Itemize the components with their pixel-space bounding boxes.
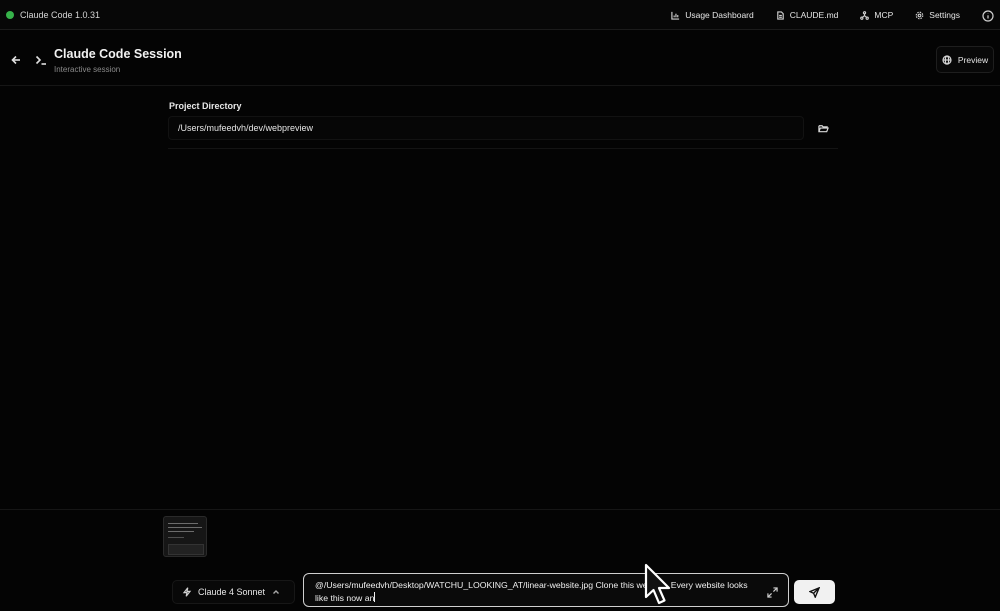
app-status: Claude Code 1.0.31 (6, 10, 100, 20)
expand-button[interactable] (767, 585, 778, 598)
arrow-left-icon (11, 55, 20, 65)
nav-mcp[interactable]: MCP (860, 10, 893, 20)
preview-button[interactable]: Preview (936, 46, 994, 73)
top-nav: Usage Dashboard CLAUDE.md MCP Settings (671, 0, 1000, 30)
model-selector-label: Claude 4 Sonnet (198, 587, 266, 597)
globe-icon (942, 54, 952, 65)
lightning-icon (182, 587, 192, 597)
back-button[interactable] (10, 53, 22, 65)
model-selector[interactable]: Claude 4 Sonnet (172, 580, 295, 604)
text-caret (374, 592, 376, 602)
nav-item-label: Usage Dashboard (685, 10, 754, 20)
thumbnail-line (168, 527, 202, 528)
prompt-input-text: @/Users/mufeedvh/Desktop/WATCHU_LOOKING_… (315, 580, 748, 603)
info-button[interactable] (982, 9, 994, 22)
preview-button-label: Preview (957, 54, 989, 65)
gear-icon (915, 11, 924, 19)
session-subtitle: Interactive session (54, 65, 121, 74)
composer-divider (0, 509, 1000, 510)
project-directory-input[interactable]: /Users/mufeedvh/dev/webpreview (168, 116, 804, 140)
project-directory-row: /Users/mufeedvh/dev/webpreview (168, 116, 838, 149)
prompt-input[interactable]: @/Users/mufeedvh/Desktop/WATCHU_LOOKING_… (303, 573, 789, 607)
nav-item-label: Settings (929, 10, 960, 20)
session-title: Claude Code Session (54, 47, 182, 61)
send-button[interactable] (794, 580, 835, 604)
folder-open-icon (817, 124, 829, 132)
thumbnail-line (168, 537, 184, 538)
chevron-up-icon (273, 590, 280, 594)
app-title: Claude Code 1.0.31 (20, 9, 101, 20)
session-header: Claude Code Session Interactive session … (0, 30, 1000, 86)
expand-icon (767, 587, 778, 598)
terminal-icon (35, 53, 47, 65)
thumbnail-block (168, 544, 204, 555)
title-bar: Claude Code 1.0.31 Usage Dashboard CLAUD… (0, 0, 1000, 30)
nav-usage-dashboard[interactable]: Usage Dashboard (671, 10, 754, 20)
thumbnail-line (168, 531, 194, 532)
nav-settings[interactable]: Settings (915, 10, 960, 20)
nav-item-label: MCP (874, 10, 894, 20)
info-icon (982, 10, 994, 22)
nav-item-label: CLAUDE.md (789, 10, 839, 20)
attached-image-thumbnail[interactable] (163, 516, 207, 557)
network-icon (860, 10, 870, 20)
send-icon (809, 586, 820, 598)
file-icon (776, 10, 784, 20)
status-dot-icon (6, 10, 14, 19)
bar-chart-icon (671, 11, 680, 20)
nav-claude-md[interactable]: CLAUDE.md (776, 10, 839, 20)
thumbnail-line (168, 523, 198, 524)
browse-folder-button[interactable] (809, 116, 837, 140)
project-directory-label: Project Directory (169, 101, 242, 111)
